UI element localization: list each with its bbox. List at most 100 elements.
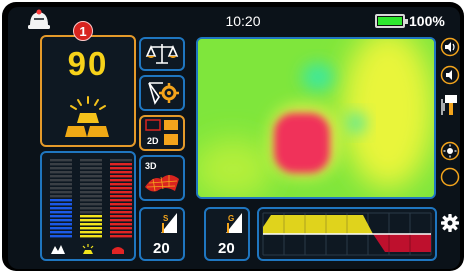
3d-view-button[interactable]: 3D (139, 155, 185, 201)
signal-bar-segment (50, 163, 72, 166)
detector-device: 10:20 100% 90 1 2D 3D S 20 G 20 (2, 2, 464, 271)
sensitivity-letter: S (163, 214, 169, 223)
signal-bar-segment (110, 191, 132, 194)
signal-bars (50, 159, 132, 238)
volume-down-icon[interactable] (440, 65, 460, 85)
heatmap-cool-spot-2 (346, 113, 366, 133)
3d-surface-icon: 3D (145, 161, 179, 192)
heatmap-image (198, 39, 434, 197)
signal-bar-segment (110, 159, 132, 162)
signal-bar-segment (110, 207, 132, 210)
signal-bar-segment (110, 163, 132, 166)
signal-bar-segment (80, 163, 102, 166)
signal-bar-segment (80, 231, 102, 234)
2d-label: 2D (147, 136, 159, 146)
signal-bar-segment (50, 195, 72, 198)
signal-bar-segment (110, 187, 132, 190)
gain-value: 20 (218, 240, 235, 257)
helmet-icon[interactable] (26, 9, 52, 31)
signal-bar-segment (80, 179, 102, 182)
balance-button[interactable] (139, 37, 185, 71)
signal-bar-segment (110, 215, 132, 218)
signal-bar-segment (110, 175, 132, 178)
antenna-icon[interactable] (440, 93, 460, 119)
signal-bar-segment (50, 231, 72, 234)
signal-bar-segment (80, 195, 102, 198)
signal-bar-segment (50, 171, 72, 174)
signal-bar-segment (80, 223, 102, 226)
signal-bar-segment (80, 167, 102, 170)
volume-up-icon[interactable] (440, 37, 460, 57)
battery-level-fill (378, 17, 402, 25)
brightness-up-icon[interactable] (440, 141, 460, 161)
signal-gauge (257, 207, 437, 261)
ground-balance-gear-icon (148, 82, 179, 105)
signal-bar-segment (50, 159, 72, 162)
metal-icon[interactable] (80, 243, 96, 255)
scan-heatmap[interactable] (196, 37, 436, 199)
signal-bar-segment (80, 227, 102, 230)
signal-bar-segment (50, 227, 72, 230)
brightness-down-icon[interactable] (440, 167, 460, 187)
signal-bar-segment (80, 191, 102, 194)
sensitivity-button[interactable]: S 20 (139, 207, 185, 261)
signal-bar-segment (110, 211, 132, 214)
settings-gear-icon[interactable] (440, 213, 460, 233)
mineral-icon[interactable] (50, 243, 66, 255)
signal-bar-segment (80, 183, 102, 186)
signal-bar-segment (50, 211, 72, 214)
balance-scale-icon (145, 44, 179, 64)
cavity-icon[interactable] (110, 243, 126, 255)
view-mode-button[interactable]: 2D (139, 115, 185, 151)
signal-bar-segment (50, 223, 72, 226)
signal-bar-segment (110, 235, 132, 238)
gold-bars-icon (65, 96, 109, 137)
step-badge: 1 (73, 21, 93, 41)
signal-bar-segment (110, 183, 132, 186)
signal-bar-segment (110, 203, 132, 206)
signal-bar-segment (50, 187, 72, 190)
signal-bar-segment (110, 171, 132, 174)
signal-bar-segment (80, 175, 102, 178)
signal-bars-panel (40, 151, 136, 261)
signal-bar-segment (50, 191, 72, 194)
sensitivity-value: 20 (153, 240, 170, 257)
gain-button[interactable]: G 20 (204, 207, 250, 261)
signal-bar-segment (80, 219, 102, 222)
gauge-positive-area (263, 215, 373, 234)
signal-bar-segment (50, 183, 72, 186)
depth-panel: 90 (40, 35, 136, 147)
signal-bar-segment (50, 203, 72, 206)
signal-bar-segment (80, 211, 102, 214)
signal-bar-segment (50, 235, 72, 238)
gauge-graph (262, 212, 432, 256)
signal-bar-segment (110, 167, 132, 170)
signal-bar-segment (80, 159, 102, 162)
signal-bar-segment (50, 215, 72, 218)
signal-bar-segment (50, 199, 72, 202)
signal-bar-segment (80, 215, 102, 218)
signal-bar-segment (50, 219, 72, 222)
signal-bar-segment (80, 187, 102, 190)
2d-view-icon: 2D (145, 119, 178, 146)
signal-bar-segment (110, 199, 132, 202)
signal-bar-segment (50, 167, 72, 170)
battery-icon (375, 14, 408, 28)
signal-bar-segment (110, 195, 132, 198)
signal-bar-segment (110, 231, 132, 234)
signal-bar-segment (110, 223, 132, 226)
battery-nub (405, 19, 408, 24)
signal-bar-segment (110, 219, 132, 222)
signal-bar-segment (80, 207, 102, 210)
heatmap-cool-spot (302, 63, 334, 91)
gauge-negative-area (373, 234, 431, 252)
depth-value: 90 (67, 45, 109, 82)
signal-bar-segment (80, 235, 102, 238)
heatmap-target (274, 113, 330, 173)
signal-bar-segment (50, 175, 72, 178)
signal-bar-segment (50, 207, 72, 210)
signal-bar-segment (110, 179, 132, 182)
signal-bar-segment (110, 227, 132, 230)
ground-tune-button[interactable] (139, 75, 185, 111)
detector-screen: 10:20 100% 90 1 2D 3D S 20 G 20 (8, 7, 460, 269)
